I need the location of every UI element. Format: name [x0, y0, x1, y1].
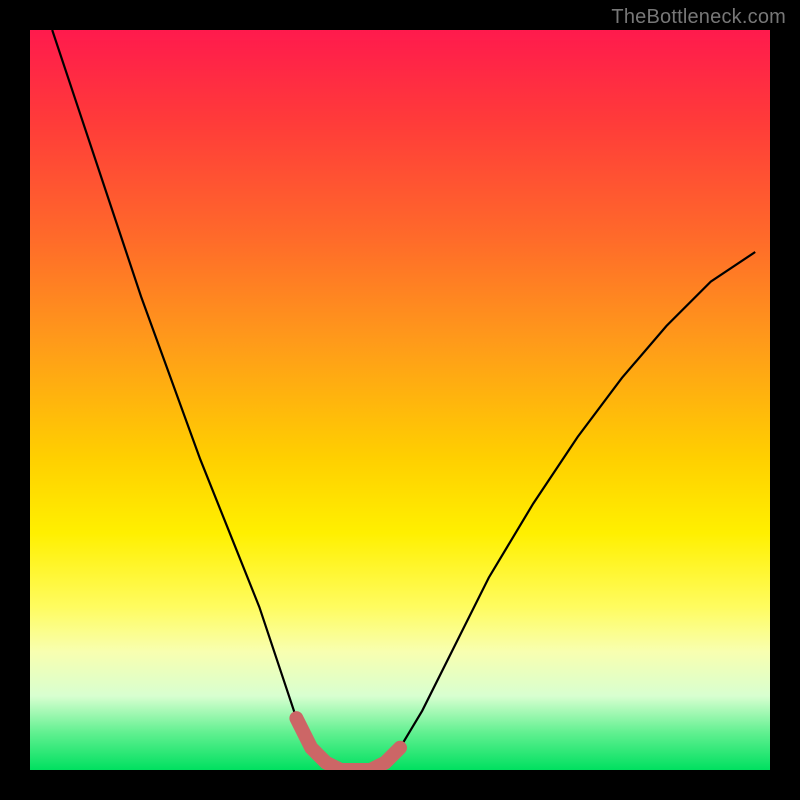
curve-svg — [30, 30, 770, 770]
watermark-text: TheBottleneck.com — [611, 6, 786, 29]
main-curve — [52, 30, 755, 770]
outer-frame: TheBottleneck.com — [0, 0, 800, 800]
plot-area — [30, 30, 770, 770]
highlight-curve — [296, 718, 400, 770]
